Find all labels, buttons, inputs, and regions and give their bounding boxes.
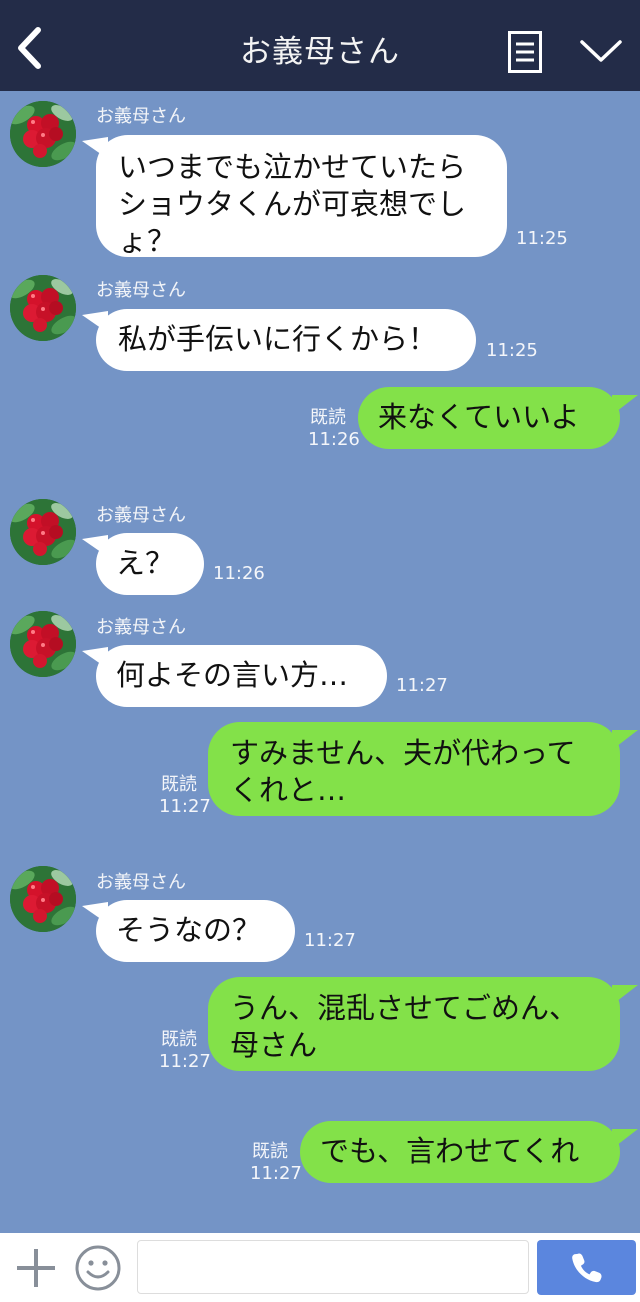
message-time: 11:27 xyxy=(159,796,211,817)
read-receipt: 既読 xyxy=(161,774,197,795)
avatar[interactable] xyxy=(10,499,76,565)
message-list[interactable]: お義母さん いつまでも泣かせていたら ショウタくんが可哀想でし ょ？ 11:25… xyxy=(0,91,640,1233)
bubble-tail xyxy=(612,730,638,750)
menu-icon[interactable] xyxy=(508,31,542,73)
plus-icon[interactable] xyxy=(14,1246,58,1290)
message-bubble: 来なくていいよ xyxy=(358,387,620,449)
sender-name: お義母さん xyxy=(96,617,186,638)
smile-icon[interactable] xyxy=(74,1244,122,1292)
message-time: 11:27 xyxy=(159,1051,211,1072)
bubble-tail xyxy=(612,985,638,1005)
message-bubble: そうなの？ xyxy=(96,900,295,962)
message-bubble: すみません、夫が代わって くれと… xyxy=(208,722,620,816)
message-bubble: でも、言わせてくれ xyxy=(300,1121,620,1183)
avatar[interactable] xyxy=(10,866,76,932)
message-time: 11:27 xyxy=(304,930,356,951)
avatar[interactable] xyxy=(10,275,76,341)
message-time: 11:26 xyxy=(213,563,265,584)
avatar[interactable] xyxy=(10,101,76,167)
message-bubble: うん、混乱させてごめん、 母さん xyxy=(208,977,620,1071)
read-receipt: 既読 xyxy=(310,407,346,428)
chat-header: お義母さん xyxy=(0,0,640,91)
input-bar xyxy=(0,1233,640,1302)
message-bubble: え？ xyxy=(96,533,204,595)
message-time: 11:25 xyxy=(516,228,568,249)
bubble-tail xyxy=(612,395,638,415)
sender-name: お義母さん xyxy=(96,872,186,893)
message-time: 11:25 xyxy=(486,340,538,361)
phone-icon xyxy=(572,1253,602,1283)
bubble-tail xyxy=(612,1129,638,1149)
message-time: 11:26 xyxy=(308,429,360,450)
read-receipt: 既読 xyxy=(161,1029,197,1050)
sender-name: お義母さん xyxy=(96,106,186,127)
message-bubble: いつまでも泣かせていたら ショウタくんが可哀想でし ょ？ xyxy=(96,135,507,258)
chat-title: お義母さん xyxy=(240,34,400,70)
message-bubble: 私が手伝いに行くから！ xyxy=(96,309,476,371)
call-button[interactable] xyxy=(537,1240,636,1295)
message-time: 11:27 xyxy=(396,675,448,696)
sender-name: お義母さん xyxy=(96,505,186,526)
chevron-down-icon[interactable] xyxy=(578,36,624,66)
message-input[interactable] xyxy=(137,1240,529,1294)
message-time: 11:27 xyxy=(250,1163,302,1184)
avatar[interactable] xyxy=(10,611,76,677)
message-bubble: 何よその言い方… xyxy=(96,645,387,707)
sender-name: お義母さん xyxy=(96,280,186,301)
read-receipt: 既読 xyxy=(252,1141,288,1162)
